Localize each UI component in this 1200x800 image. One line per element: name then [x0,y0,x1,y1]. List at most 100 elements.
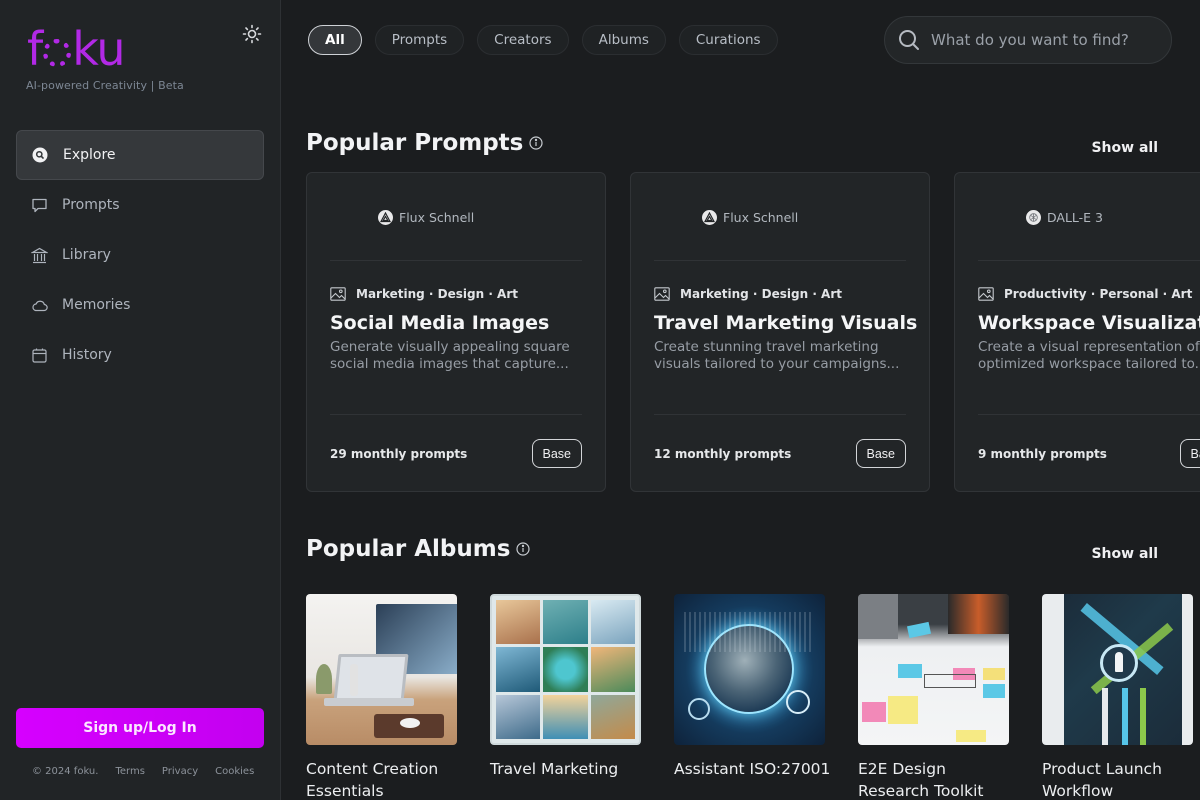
album-name: E2E Design Research Toolkit [858,760,984,800]
sidebar-item-prompts[interactable]: Prompts [16,180,264,230]
show-all-prompts-link[interactable]: Show all [1091,140,1158,156]
base-badge[interactable]: Base [855,439,906,468]
monthly-prompts-count: 12 monthly prompts [654,447,792,461]
sidebar-item-label: Memories [62,297,131,313]
dalle-model-icon [1026,210,1041,225]
image-icon [330,287,346,301]
prompt-card[interactable]: DALL-E 3 Productivity · Personal · Art W… [954,172,1200,492]
chip-prompts[interactable]: Prompts [374,25,465,55]
section-title-text: Popular Prompts [306,130,524,156]
base-badge[interactable]: Base [1179,439,1200,468]
card-divider [654,414,906,415]
card-divider [978,260,1200,261]
tags-text: Marketing · Design · Art [356,287,518,301]
model-label: Flux Schnell [702,210,798,225]
flux-model-icon [702,210,717,225]
popular-albums-heading: Popular Albums [306,536,531,562]
card-divider [330,260,582,261]
section-title-text: Popular Albums [306,536,511,562]
terms-link[interactable]: Terms [115,766,144,777]
show-all-albums-link[interactable]: Show all [1091,546,1158,562]
album-row: Content Creation Essentials Travel Marke… [306,594,1200,800]
sidebar-item-label: Library [62,247,111,263]
monthly-prompts-count: 29 monthly prompts [330,447,468,461]
card-title: Workspace Visualization [978,312,1200,334]
album-card[interactable]: Product Launch Workflow [1042,594,1194,800]
search-icon [899,30,919,50]
image-icon [978,287,994,301]
calendar-icon [30,346,48,364]
tags-text: Productivity · Personal · Art [1004,287,1193,301]
album-thumbnail-sticky-notes [858,594,1009,745]
card-title: Social Media Images [330,312,550,334]
prompt-card[interactable]: Flux Schnell Marketing · Design · Art So… [306,172,606,492]
card-divider [654,260,906,261]
image-icon [654,287,670,301]
chip-creators[interactable]: Creators [477,25,569,55]
sidebar-item-memories[interactable]: Memories [16,280,264,330]
search-bar[interactable] [884,16,1172,64]
privacy-link[interactable]: Privacy [162,766,198,777]
sidebar: f ku AI-powered Creativity | Beta Explore… [0,0,281,800]
chip-albums[interactable]: Albums [581,25,666,55]
card-title: Travel Marketing Visuals [654,312,918,334]
album-card[interactable]: Travel Marketing [490,594,642,780]
filter-chips: All Prompts Creators Albums Curations [308,25,791,55]
model-name: DALL-E 3 [1047,210,1103,225]
sidebar-item-label: Explore [63,147,116,163]
infographic-title-art [1108,599,1168,621]
album-card[interactable]: Assistant ISO:27001 [674,594,830,780]
library-icon [30,246,48,264]
search-input[interactable] [931,31,1151,49]
card-description: Generate visually appealing square socia… [330,339,570,372]
signup-login-button[interactable]: Sign up/Log In [16,708,264,748]
model-label: Flux Schnell [378,210,474,225]
card-tags: Marketing · Design · Art [654,287,842,301]
card-description: Create a visual representation of optimi… [978,339,1200,372]
sidebar-item-explore[interactable]: Explore [16,130,264,180]
prompt-card[interactable]: Flux Schnell Marketing · Design · Art Tr… [630,172,930,492]
album-thumbnail-rocket-infographic [1042,594,1193,745]
album-name: Assistant ISO:27001 [674,760,831,778]
album-name: Content Creation Essentials [306,760,439,800]
album-thumbnail-travel-collage [490,594,641,745]
album-card[interactable]: Content Creation Essentials [306,594,458,800]
album-name: Travel Marketing [490,760,619,778]
info-icon[interactable] [516,542,531,556]
model-name: Flux Schnell [399,210,475,225]
tagline: AI-powered Creativity | Beta [26,79,184,92]
sidebar-nav: Explore Prompts Library Memories History [16,130,264,380]
copyright-text: © 2024 foku. [32,766,99,777]
logo[interactable]: f ku [27,22,126,76]
popular-prompts-heading: Popular Prompts [306,130,543,156]
model-label: DALL-E 3 [1026,210,1103,225]
sidebar-footer: © 2024 foku. Terms Privacy Cookies [32,766,271,777]
base-badge[interactable]: Base [531,439,582,468]
logo-text: f ku [27,22,126,76]
card-divider [330,414,582,415]
chip-all[interactable]: All [308,25,362,55]
card-tags: Marketing · Design · Art [330,287,518,301]
flux-model-icon [378,210,393,225]
album-card[interactable]: E2E Design Research Toolkit [858,594,1010,800]
card-description: Create stunning travel marketing visuals… [654,339,900,372]
theme-toggle-button[interactable] [240,22,264,46]
sidebar-item-history[interactable]: History [16,330,264,380]
album-thumbnail-cybersecurity-globe [674,594,825,745]
sidebar-item-library[interactable]: Library [16,230,264,280]
card-tags: Productivity · Personal · Art [978,287,1192,301]
chat-bubble-icon [30,196,48,214]
card-divider [978,414,1200,415]
album-name: Product Launch Workflow [1042,760,1162,800]
info-icon[interactable] [529,136,543,150]
chip-curations[interactable]: Curations [678,25,778,55]
tags-text: Marketing · Design · Art [680,287,842,301]
sidebar-item-label: History [62,347,112,363]
cookies-link[interactable]: Cookies [215,766,254,777]
search-circle-icon [31,146,49,164]
monthly-prompts-count: 9 monthly prompts [978,447,1107,461]
prompt-cards-row: Flux Schnell Marketing · Design · Art So… [306,172,1200,492]
cloud-icon [30,296,48,314]
sidebar-item-label: Prompts [62,197,120,213]
sun-icon [242,24,262,44]
